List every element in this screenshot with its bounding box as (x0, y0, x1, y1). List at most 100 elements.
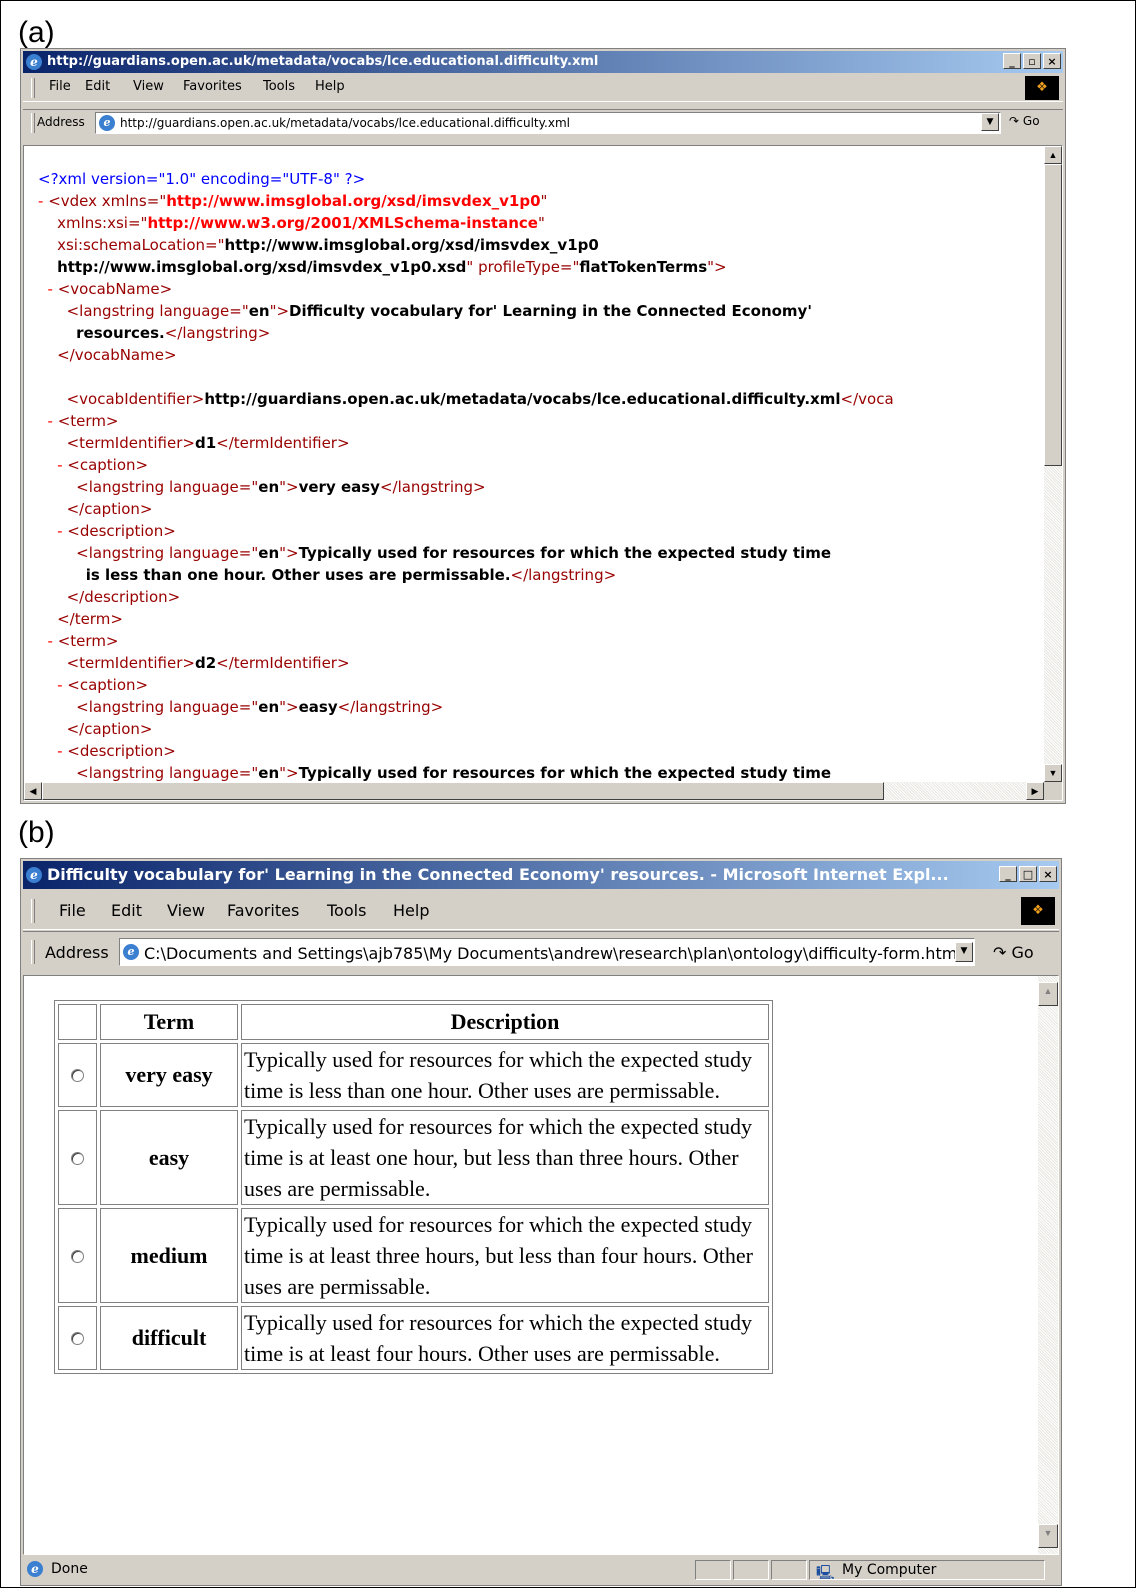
page-icon: e (123, 944, 139, 960)
xml-token: http://guardians.open.ac.uk/metadata/voc… (204, 390, 841, 408)
menu-view[interactable]: View (167, 901, 205, 920)
scroll-up-button[interactable]: ▲ (1044, 146, 1062, 164)
xml-token: </vocabName> (57, 346, 177, 364)
address-dropdown-button[interactable]: ▼ (981, 113, 999, 131)
maximize-button[interactable]: □ (1019, 866, 1037, 882)
xml-token: </description> (66, 588, 181, 606)
collapse-toggle[interactable]: - (57, 522, 67, 540)
address-bar: Address e http://guardians.open.ac.uk/me… (23, 109, 1063, 136)
xml-token: xmlns= (101, 192, 160, 210)
close-button[interactable]: × (1043, 53, 1061, 69)
status-text: Done (51, 1561, 88, 1577)
term-cell: very easy (100, 1043, 238, 1107)
xml-token: " (537, 214, 545, 232)
xml-token: flatTokenTerms (579, 258, 708, 276)
menu-tools[interactable]: Tools (263, 79, 295, 94)
xml-token: language= (168, 764, 252, 782)
xml-token: language= (168, 698, 252, 716)
status-panel (771, 1560, 807, 1580)
xml-token: profileType= (478, 258, 573, 276)
radio-button-very-easy[interactable] (71, 1069, 84, 1082)
menu-bar: File Edit View Favorites Tools Help ❖ (23, 75, 1063, 102)
browser-window-b: e Difficulty vocabulary for' Learning in… (20, 858, 1062, 1586)
minimize-button[interactable]: _ (999, 866, 1017, 882)
menu-favorites[interactable]: Favorites (183, 79, 242, 94)
xml-token: Typically used for resources for which t… (298, 544, 832, 562)
go-button[interactable]: ↷ Go (993, 943, 1034, 962)
xml-token: <termIdentifier> (66, 654, 195, 672)
collapse-toggle[interactable]: - (57, 456, 67, 474)
xml-line: </term> (38, 608, 894, 630)
go-button[interactable]: ↷ Go (1009, 114, 1040, 128)
xml-line: <langstring language="en">very easy</lan… (38, 476, 894, 498)
scroll-right-button[interactable]: ▶ (1026, 782, 1044, 800)
xml-line: </description> (38, 586, 894, 608)
xml-token: </term> (57, 610, 123, 628)
xml-token: <vocabName> (57, 280, 173, 298)
minimize-button[interactable]: _ (1003, 53, 1021, 69)
maximize-button[interactable]: ▫ (1023, 53, 1041, 69)
address-dropdown-button[interactable]: ▼ (955, 942, 973, 962)
vertical-scrollbar[interactable]: ▲ ▼ (1044, 146, 1062, 782)
xml-line: xmlns:xsi= "http://www.w3.org/2001/XMLSch… (38, 212, 894, 234)
xml-token: easy (298, 698, 338, 716)
xml-token: is less than one hour. Other uses are pe… (85, 566, 511, 584)
xml-token: en (258, 698, 280, 716)
computer-icon: 🖳 (816, 1565, 835, 1581)
xml-token: d1 (194, 434, 217, 452)
term-cell: medium (100, 1208, 238, 1303)
scroll-up-button[interactable]: ▲ (1038, 982, 1058, 1006)
xml-line: <vocabIdentifier>http://guardians.open.a… (38, 388, 894, 410)
vocabulary-table: Term Description very easy Typically use… (54, 1000, 773, 1374)
xml-token: </langstring> (510, 566, 617, 584)
radio-button-easy[interactable] (71, 1151, 84, 1165)
menu-help[interactable]: Help (315, 79, 345, 94)
radio-button-medium[interactable] (71, 1249, 84, 1263)
scroll-down-button[interactable]: ▼ (1038, 1524, 1058, 1548)
status-page-icon: e (27, 1561, 43, 1577)
menu-tools[interactable]: Tools (327, 901, 366, 920)
xml-token: <vocabIdentifier> (66, 390, 205, 408)
menu-help[interactable]: Help (393, 901, 429, 920)
xml-token: </caption> (66, 500, 153, 518)
xml-token: <termIdentifier> (66, 434, 195, 452)
collapse-toggle[interactable]: - (48, 632, 58, 650)
go-arrow-icon: ↷ (1009, 114, 1020, 128)
zone-text: My Computer (842, 1562, 937, 1578)
table-row: difficult Typically used for resources f… (58, 1306, 769, 1370)
scroll-left-button[interactable]: ◀ (24, 782, 42, 800)
collapse-toggle[interactable]: - (48, 280, 58, 298)
window-title: http://guardians.open.ac.uk/metadata/voc… (47, 54, 599, 69)
collapse-toggle[interactable]: - (57, 742, 67, 760)
xml-line: <termIdentifier>d2</termIdentifier> (38, 652, 894, 674)
address-input[interactable]: e http://guardians.open.ac.uk/metadata/v… (95, 112, 1001, 134)
menu-file[interactable]: File (59, 901, 86, 920)
menu-edit[interactable]: Edit (111, 901, 142, 920)
xml-token: <langstring (76, 478, 169, 496)
collapse-toggle[interactable]: - (57, 676, 67, 694)
menu-view[interactable]: View (133, 79, 164, 94)
xml-token: <langstring (76, 764, 169, 782)
xml-line: - <caption> (38, 454, 894, 476)
close-button[interactable]: × (1039, 866, 1057, 882)
xml-line: <?xml version="1.0" encoding="UTF-8" ?> (38, 168, 894, 190)
table-row: easy Typically used for resources for wh… (58, 1110, 769, 1205)
horizontal-scrollbar[interactable]: ◀ ▶ (24, 782, 1044, 800)
horizontal-scroll-thumb[interactable] (42, 782, 884, 800)
collapse-toggle[interactable]: - (38, 192, 48, 210)
menu-favorites[interactable]: Favorites (227, 901, 299, 920)
description-cell: Typically used for resources for which t… (241, 1110, 769, 1205)
menu-file[interactable]: File (49, 79, 71, 94)
scroll-thumb[interactable] (1044, 164, 1062, 466)
address-input[interactable]: e C:\Documents and Settings\ajb785\My Do… (119, 938, 975, 966)
collapse-toggle[interactable]: - (48, 412, 58, 430)
xml-token: d2 (194, 654, 217, 672)
menu-edit[interactable]: Edit (85, 79, 110, 94)
radio-button-difficult[interactable] (71, 1332, 84, 1345)
vertical-scrollbar[interactable]: ▲ ▼ (1038, 976, 1058, 1554)
xml-token: language= (159, 302, 242, 320)
table-row: very easy Typically used for resources f… (58, 1043, 769, 1107)
xml-token: xsi:schemaLocation= (57, 236, 218, 254)
scroll-corner (1044, 782, 1062, 800)
scroll-down-button[interactable]: ▼ (1044, 764, 1062, 782)
